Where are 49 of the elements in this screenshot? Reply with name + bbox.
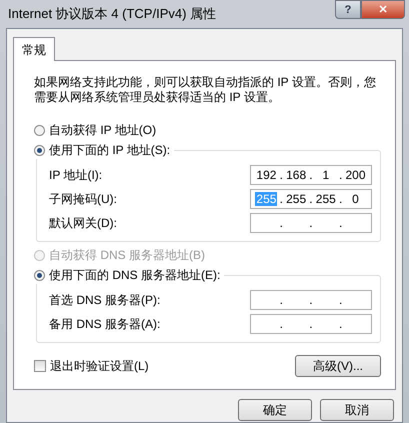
radio-label: 使用下面的 IP 地址(S):: [49, 142, 170, 158]
window-title: Internet 协议版本 4 (TCP/IPv4) 属性: [7, 5, 216, 23]
dot-separator: .: [278, 168, 284, 182]
dot-separator: .: [278, 216, 284, 230]
octet-text: 168: [285, 168, 308, 182]
octet-text: 200: [344, 168, 366, 182]
advanced-button[interactable]: 高级(V)...: [295, 355, 381, 377]
dot-separator: .: [338, 293, 344, 307]
description-text: 如果网络支持此功能，则可以获取自动指派的 IP 设置。否则，您需要从网络系统管理员处获得适当的 IP 设置。: [34, 75, 377, 105]
field-label: 备用 DNS 服务器(A):: [49, 316, 160, 332]
ip-address-field[interactable]: . . .: [250, 314, 372, 334]
dot-separator: .: [308, 192, 314, 206]
ip-address-field[interactable]: 255 . 255 . 255 . 0: [250, 189, 372, 209]
dot-separator: .: [338, 192, 344, 206]
octet-text: 192: [255, 168, 278, 182]
dot-separator: .: [338, 216, 344, 230]
dot-separator: .: [338, 317, 344, 331]
field-label: 首选 DNS 服务器(P):: [49, 292, 160, 308]
field-label: 默认网关(D):: [49, 214, 117, 232]
octet-text: 0: [351, 192, 360, 206]
field-label: IP 地址(I):: [49, 166, 102, 184]
dialog-button[interactable]: 确定: [238, 399, 312, 421]
tab[interactable]: 常规: [13, 37, 55, 61]
dot-separator: .: [308, 317, 314, 331]
help-button[interactable]: ?: [335, 0, 361, 19]
ip-address-field[interactable]: 192 . 168 . 1 . 200: [250, 165, 372, 185]
dot-separator: .: [338, 168, 344, 182]
octet-text: 1: [321, 168, 330, 182]
field-label: 子网掩码(U):: [49, 190, 117, 208]
checkbox[interactable]: [34, 360, 46, 372]
octet-text: 255: [285, 192, 308, 206]
radio-button[interactable]: [34, 124, 45, 136]
dot-separator: .: [308, 293, 314, 307]
dot-separator: .: [308, 168, 314, 182]
dot-separator: .: [278, 192, 284, 206]
dialog-button[interactable]: 取消: [320, 399, 394, 421]
dot-separator: .: [278, 293, 284, 307]
radio-label: 自动获得 IP 地址(O): [49, 122, 156, 138]
checkbox-label: 退出时验证设置(L): [50, 358, 149, 374]
ip-address-field[interactable]: . . .: [250, 213, 372, 233]
radio-button[interactable]: [34, 270, 45, 280]
dot-separator: .: [308, 216, 314, 230]
radio-label: 自动获得 DNS 服务器地址(B): [49, 246, 205, 264]
octet-text: 255: [314, 192, 337, 206]
radio-button[interactable]: [34, 144, 45, 156]
radio-label: 使用下面的 DNS 服务器地址(E):: [49, 266, 220, 284]
octet-text: 255: [255, 192, 278, 206]
ip-address-field[interactable]: . . .: [250, 290, 372, 310]
dot-separator: .: [278, 317, 284, 331]
